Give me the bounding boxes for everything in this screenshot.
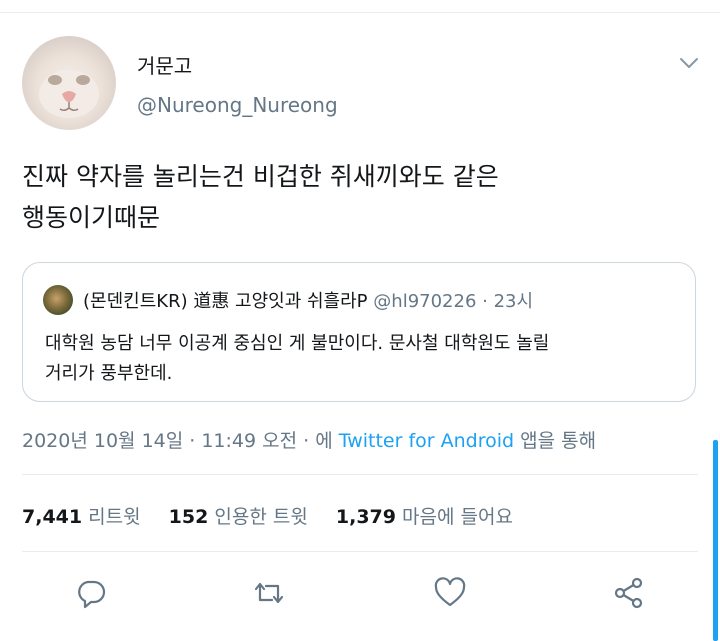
quoted-text-line: 대학원 농담 너무 이공계 중심인 게 불만이다. 문사철 대학원도 놀릴	[45, 333, 550, 354]
quoted-text-line: 거리가 풍부한데.	[45, 363, 173, 384]
retweets-count[interactable]: 7,441	[22, 506, 82, 528]
timestamp-suffix: 앱을 통해	[520, 430, 597, 452]
tweet-timestamp: 2020년 10월 14일 · 11:49 오전 · 에 Twitter for…	[22, 426, 596, 453]
scrollbar[interactable]	[713, 440, 718, 641]
likes-label[interactable]: 마음에 들어요	[402, 506, 513, 528]
divider	[22, 551, 698, 552]
engagement-stats: 7,441 리트윗 152 인용한 트윗 1,379 마음에 들어요	[22, 502, 535, 529]
chevron-down-icon[interactable]	[678, 52, 700, 74]
avatar[interactable]	[22, 36, 116, 130]
quoted-time: · 23시	[482, 291, 534, 312]
cat-face-icon	[39, 70, 99, 118]
quoted-text: 대학원 농담 너무 이공계 중심인 게 불만이다. 문사철 대학원도 놀릴 거리…	[45, 329, 665, 389]
quoted-tweet-card[interactable]: (몬덴킨트KR) 道惠 고양잇과 쉬흘라P @hl970226 · 23시 대학…	[22, 262, 696, 402]
quoted-avatar	[43, 285, 73, 315]
client-link[interactable]: Twitter for Android	[339, 430, 514, 452]
divider	[22, 474, 698, 475]
heart-icon[interactable]	[433, 576, 467, 610]
timestamp-datetime: 2020년 10월 14일 · 11:49 오전 · 에	[22, 430, 333, 452]
retweet-icon[interactable]	[252, 576, 286, 610]
quotes-count[interactable]: 152	[169, 506, 209, 528]
quotes-label[interactable]: 인용한 트윗	[214, 506, 307, 528]
tweet-text: 진짜 약자를 놀리는건 비겁한 쥐새끼와도 같은 행동이기때문	[22, 156, 702, 238]
reply-icon[interactable]	[74, 576, 108, 610]
display-name[interactable]: 거문고	[137, 50, 192, 79]
share-icon[interactable]	[612, 576, 646, 610]
tweet-text-line: 행동이기때문	[22, 203, 161, 232]
retweets-label[interactable]: 리트윗	[88, 506, 140, 528]
tweet-text-line: 진짜 약자를 놀리는건 비겁한 쥐새끼와도 같은	[22, 162, 499, 191]
likes-count[interactable]: 1,379	[336, 506, 396, 528]
top-divider	[0, 12, 720, 13]
quoted-header: (몬덴킨트KR) 道惠 고양잇과 쉬흘라P @hl970226 · 23시	[83, 287, 533, 313]
quoted-display-name: (몬덴킨트KR) 道惠 고양잇과 쉬흘라P	[83, 291, 368, 312]
user-handle[interactable]: @Nureong_Nureong	[137, 93, 338, 117]
quoted-handle: @hl970226	[373, 291, 477, 312]
